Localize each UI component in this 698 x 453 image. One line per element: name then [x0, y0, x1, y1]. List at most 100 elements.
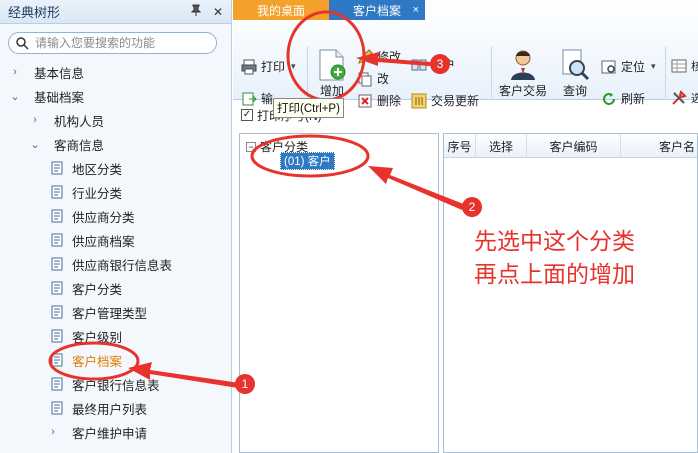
- step-badge-1: 1: [235, 374, 255, 394]
- nav-tree-item[interactable]: 客户档案: [0, 348, 231, 372]
- merge-icon: [411, 59, 427, 70]
- nav-tree-item[interactable]: 供应商分类: [0, 204, 231, 228]
- close-icon[interactable]: ✕: [209, 5, 227, 19]
- instruction-line-2: 再点上面的增加: [474, 262, 635, 288]
- chevron-down-icon[interactable]: ⌄: [28, 138, 42, 151]
- column-header[interactable]: 选择: [476, 134, 528, 158]
- category-tree-panel: − 客户分类 (01) 客户: [239, 133, 439, 453]
- document-icon: [51, 161, 63, 175]
- nav-tree-item[interactable]: 最终用户列表: [0, 396, 231, 420]
- nav-tree-item[interactable]: ⌄ 基础档案: [0, 84, 231, 108]
- trade-update-icon: [411, 93, 427, 108]
- document-icon: [51, 257, 63, 271]
- query-label: 查询: [562, 84, 587, 98]
- copy-label: 改: [377, 72, 390, 86]
- column-header[interactable]: 客户名: [621, 134, 697, 158]
- more-button-1[interactable]: 核: [671, 58, 698, 74]
- tab-close-icon[interactable]: ×: [413, 4, 419, 16]
- customer-trade-button[interactable]: 客户交易: [499, 48, 547, 99]
- nav-tree-item-label: 客商信息: [54, 138, 105, 153]
- nav-tree-item-label: 客户管理类型: [72, 306, 148, 321]
- locate-dropdown-icon[interactable]: ▾: [651, 61, 656, 72]
- nav-tree-item[interactable]: 供应商银行信息表: [0, 252, 231, 276]
- nav-tree-item[interactable]: 地区分类: [0, 156, 231, 180]
- chevron-right-icon[interactable]: ›: [46, 426, 60, 438]
- tab-customer-archive[interactable]: 客户档案 ×: [329, 0, 425, 20]
- pin-icon[interactable]: [187, 4, 205, 19]
- chevron-down-icon[interactable]: ⌄: [8, 90, 22, 103]
- nav-tree-item-label: 行业分类: [72, 186, 123, 201]
- column-header[interactable]: 客户编码: [527, 134, 621, 158]
- add-label: 增加: [319, 84, 344, 98]
- nav-tree-item[interactable]: 客户管理类型: [0, 300, 231, 324]
- export-icon: [242, 92, 257, 105]
- add-document-icon: [319, 49, 346, 81]
- nav-tree-item[interactable]: 客户银行信息表: [0, 372, 231, 396]
- nav-tree-item-label: 客户分类: [72, 282, 123, 297]
- query-button[interactable]: 查询: [559, 48, 591, 99]
- locate-label: 定位: [621, 60, 646, 74]
- refresh-label: 刷新: [621, 92, 646, 106]
- nav-tree-item[interactable]: › 机构人员: [0, 108, 231, 132]
- nav-tree: › 基本信息 ⌄ 基础档案 › 机构人员 ⌄ 客商信息地区分类行业分类供应商分类供应商档案供应…: [0, 60, 231, 444]
- print-tooltip: 打印(Ctrl+P): [273, 98, 344, 118]
- nav-tree-item-label: 地区分类: [72, 162, 123, 177]
- nav-tree-item[interactable]: 供应商档案: [0, 228, 231, 252]
- print-sequence-checkbox[interactable]: ✓: [241, 109, 253, 121]
- locate-icon: [601, 60, 616, 73]
- grid-icon: [671, 59, 687, 73]
- nav-tree-item-label: 供应商分类: [72, 210, 135, 225]
- nav-tree-item-label: 客户档案: [72, 354, 123, 369]
- nav-tree-item[interactable]: › 客户维护申请: [0, 420, 231, 444]
- printer-icon: [241, 59, 257, 74]
- column-header[interactable]: 序号: [444, 134, 476, 158]
- locate-button[interactable]: 定位 ▾: [601, 58, 656, 75]
- left-nav-panel: 经典树形 ✕ › 基本信息 ⌄ 基础档案 › 机构人员 ⌄ 客商信息地区分类行业分类供应商分类…: [0, 0, 232, 453]
- toolbar-ribbon: 打印 ▾ 输 增加 修改 改 删除 交易更新 客户交易 查询 定位 ▾ 刷新 核…: [233, 20, 698, 118]
- tab-label: 客户档案: [352, 3, 401, 18]
- chevron-right-icon[interactable]: ›: [28, 114, 42, 126]
- delete-label: 删除: [377, 94, 402, 108]
- function-search-box[interactable]: [8, 32, 217, 54]
- left-panel-header: 经典树形 ✕: [0, 0, 231, 24]
- nav-tree-item-label: 机构人员: [54, 114, 105, 129]
- print-button[interactable]: 打印 ▾: [241, 58, 296, 75]
- copy-icon: [358, 72, 372, 86]
- nav-tree-item-label: 最终用户列表: [72, 402, 148, 417]
- document-icon: [51, 185, 63, 199]
- refresh-button[interactable]: 刷新: [601, 90, 645, 107]
- add-button[interactable]: 增加: [317, 48, 347, 99]
- nav-tree-item[interactable]: 行业分类: [0, 180, 231, 204]
- tab-my-desktop[interactable]: 我的桌面: [233, 0, 329, 20]
- modify-button[interactable]: 修改: [357, 48, 401, 65]
- export-label: 输: [261, 92, 274, 106]
- category-node-selected[interactable]: (01) 客户: [280, 152, 335, 170]
- collapse-icon[interactable]: −: [246, 141, 256, 152]
- nav-tree-item-label: 基本信息: [34, 66, 85, 81]
- search-input[interactable]: [35, 36, 205, 50]
- pencil-icon: [358, 48, 373, 64]
- more-button-2[interactable]: 选: [671, 90, 698, 106]
- delete-button[interactable]: 删除: [357, 92, 401, 109]
- nav-tree-item-label: 供应商档案: [72, 234, 135, 249]
- tab-bar: 我的桌面 客户档案 ×: [233, 0, 698, 20]
- tab-label: 我的桌面: [256, 3, 305, 18]
- nav-tree-item-label: 基础档案: [34, 90, 85, 105]
- grid-header: 序号 选择 客户编码 客户名: [444, 134, 697, 158]
- document-icon: [51, 353, 63, 367]
- tools-icon: [672, 90, 687, 105]
- copy-button[interactable]: 改: [357, 70, 389, 87]
- document-icon: [51, 281, 63, 295]
- nav-tree-item[interactable]: ⌄ 客商信息: [0, 132, 231, 156]
- chevron-right-icon[interactable]: ›: [8, 66, 22, 78]
- trade-update-label: 交易更新: [431, 94, 480, 108]
- nav-tree-item-label: 客户级别: [72, 330, 123, 345]
- nav-tree-item[interactable]: 客户级别: [0, 324, 231, 348]
- print-dropdown-icon[interactable]: ▾: [291, 61, 296, 72]
- export-button[interactable]: 输: [241, 90, 273, 107]
- nav-tree-item[interactable]: 客户分类: [0, 276, 231, 300]
- trade-update-button[interactable]: 交易更新: [411, 92, 479, 109]
- nav-tree-item[interactable]: › 基本信息: [0, 60, 231, 84]
- instruction-line-1: 先选中这个分类: [474, 229, 635, 255]
- step-badge-2: 2: [462, 197, 482, 217]
